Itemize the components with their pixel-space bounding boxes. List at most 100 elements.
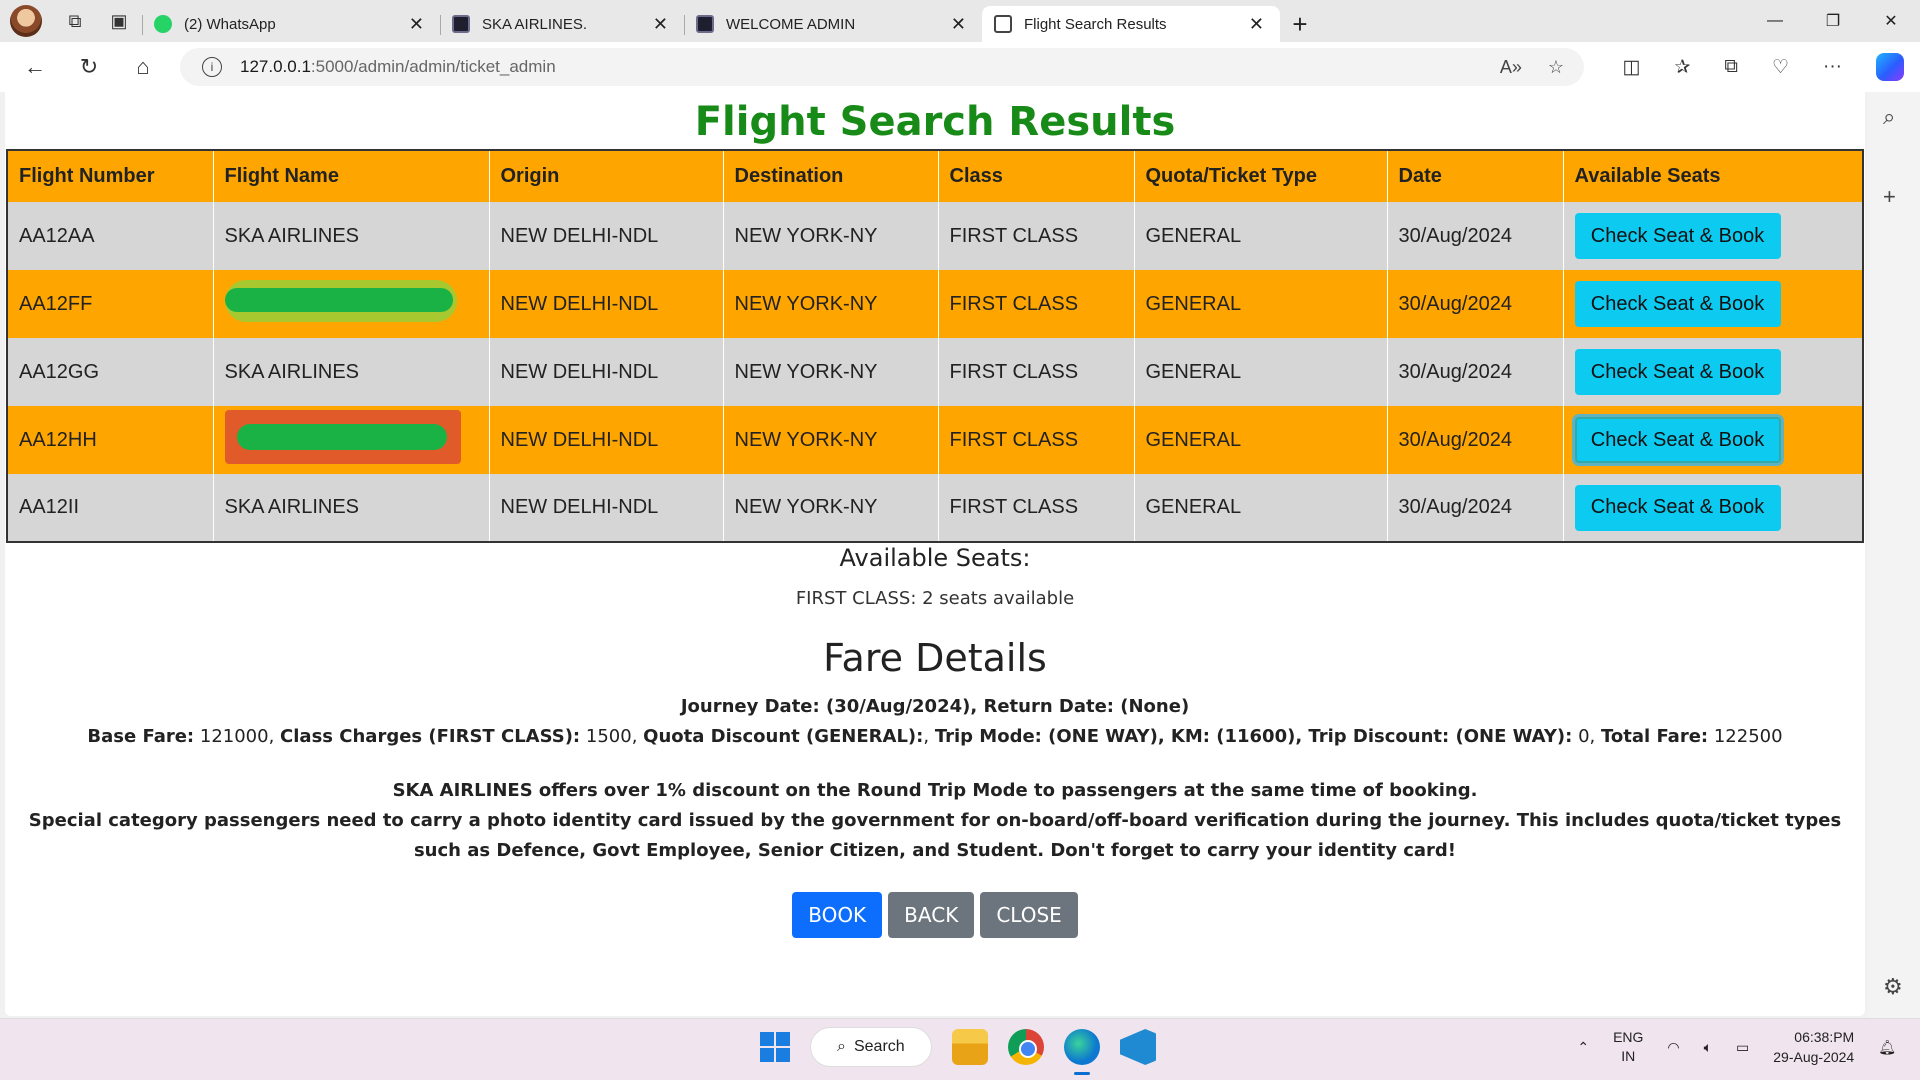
wifi-icon[interactable]: ◠ — [1667, 1039, 1679, 1056]
destination-cell: NEW YORK-NY — [723, 338, 939, 406]
site-info-icon[interactable]: i — [202, 57, 222, 77]
check-seat-book-button[interactable]: Check Seat & Book — [1574, 417, 1781, 463]
chevron-up-icon[interactable]: ⌃ — [1577, 1039, 1589, 1056]
clock[interactable]: 06:38:PM 29-Aug-2024 — [1773, 1027, 1854, 1067]
close-tab-icon[interactable]: ✕ — [1245, 14, 1268, 35]
add-icon[interactable]: + — [1883, 184, 1896, 210]
action-cell: Check Seat & Book — [1563, 406, 1863, 474]
tab-flight-search-results[interactable]: Flight Search Results ✕ — [982, 6, 1280, 42]
tab-strip: ⧉ ▣ (2) WhatsApp ✕ SKA AIRLINES. ✕ WELCO… — [0, 0, 1920, 42]
trip-discount-value: 0 — [1578, 726, 1590, 747]
quota-discount-label: Quota Discount (GENERAL): — [643, 726, 924, 747]
flight-number-cell: AA12AA — [7, 202, 214, 270]
journey-date-line: Journey Date: (30/Aug/2024), Return Date… — [680, 696, 1190, 717]
notification-bell-icon[interactable]: 🔔︎ — [1878, 1039, 1896, 1056]
book-button[interactable]: BOOK — [792, 892, 883, 938]
edge-icon[interactable] — [1064, 1029, 1100, 1075]
tab-whatsapp[interactable]: (2) WhatsApp ✕ — [142, 6, 440, 42]
read-aloud-icon[interactable]: A» — [1500, 57, 1522, 78]
col-flight-number: Flight Number — [7, 150, 214, 202]
copilot-icon[interactable] — [1876, 53, 1904, 81]
lang-bottom: IN — [1621, 1048, 1636, 1064]
start-windows-icon[interactable] — [760, 1032, 790, 1062]
class-charges-label: Class Charges (FIRST CLASS): — [280, 726, 581, 747]
settings-gear-icon[interactable]: ⚙ — [1883, 974, 1903, 1000]
minimize-icon[interactable]: — — [1746, 0, 1804, 42]
flight-number-cell: AA12GG — [7, 338, 214, 406]
new-tab-button[interactable]: + — [1280, 6, 1320, 42]
chrome-icon[interactable] — [1008, 1029, 1044, 1065]
refresh-icon[interactable]: ↻ — [62, 42, 116, 92]
workspaces-icon[interactable]: ⧉ — [64, 10, 86, 32]
flight-name-cell: SKA AIRLINES — [213, 338, 490, 406]
discount-note: SKA AIRLINES offers over 1% discount on … — [392, 780, 1478, 801]
origin-cell: NEW DELHI-NDL — [489, 474, 724, 542]
battery-icon[interactable]: ▭ — [1736, 1039, 1749, 1056]
col-flight-name: Flight Name — [213, 150, 490, 202]
close-tab-icon[interactable]: ✕ — [649, 14, 672, 35]
col-date: Date — [1387, 150, 1564, 202]
quota-cell: GENERAL — [1134, 474, 1388, 542]
tab-welcome-admin[interactable]: WELCOME ADMIN ✕ — [684, 6, 982, 42]
taskbar-search-label: Search — [853, 1038, 905, 1055]
split-screen-icon[interactable]: ◫ — [1623, 56, 1641, 79]
destination-cell: NEW YORK-NY — [723, 270, 939, 338]
taskbar-search[interactable]: ⌕ Search — [810, 1027, 932, 1067]
action-cell: Check Seat & Book — [1563, 202, 1863, 270]
available-seats-text: FIRST CLASS: 2 seats available — [795, 588, 1075, 609]
id-card-note: Special category passengers need to carr… — [28, 810, 1842, 861]
origin-cell: NEW DELHI-NDL — [489, 406, 724, 474]
close-window-icon[interactable]: ✕ — [1862, 0, 1920, 42]
home-icon[interactable]: ⌂ — [116, 42, 170, 92]
profile-avatar[interactable] — [10, 5, 42, 37]
base-fare-label: Base Fare: — [87, 726, 195, 747]
class-cell: FIRST CLASS — [938, 270, 1135, 338]
quota-cell: GENERAL — [1134, 406, 1388, 474]
close-button[interactable]: CLOSE — [980, 892, 1078, 938]
date-cell: 30/Aug/2024 — [1387, 202, 1564, 270]
favorites-icon[interactable]: ✰ — [1674, 56, 1690, 79]
tab-ska-airlines[interactable]: SKA AIRLINES. ✕ — [440, 6, 684, 42]
more-options-icon[interactable]: ··· — [1823, 56, 1842, 78]
check-seat-book-button[interactable]: Check Seat & Book — [1574, 281, 1781, 327]
check-seat-book-button[interactable]: Check Seat & Book — [1574, 213, 1781, 259]
language-indicator[interactable]: ENG IN — [1613, 1028, 1643, 1066]
class-cell: FIRST CLASS — [938, 338, 1135, 406]
flight-name-cell: SKA AIRLINES — [213, 474, 490, 542]
vscode-icon[interactable] — [1120, 1029, 1156, 1065]
action-cell: Check Seat & Book — [1563, 338, 1863, 406]
check-seat-book-button[interactable]: Check Seat & Book — [1574, 484, 1781, 531]
favorite-star-icon[interactable]: ☆ — [1548, 57, 1564, 78]
close-tab-icon[interactable]: ✕ — [405, 14, 428, 35]
check-seat-book-button[interactable]: Check Seat & Book — [1574, 349, 1781, 395]
tab-actions-icon[interactable]: ▣ — [108, 10, 130, 32]
back-button[interactable]: BACK — [888, 892, 975, 938]
terminal-icon — [452, 15, 470, 33]
quota-discount-value: , — [923, 726, 935, 747]
quota-cell: GENERAL — [1134, 202, 1388, 270]
flights-table: Flight Number Flight Name Origin Destina… — [6, 149, 1864, 543]
search-icon[interactable]: ⌕ — [1883, 104, 1895, 130]
quota-cell: GENERAL — [1134, 338, 1388, 406]
destination-cell: NEW YORK-NY — [723, 202, 939, 270]
browser-toolbar: ← ↻ ⌂ i 127.0.0.1:5000/admin/admin/ticke… — [0, 42, 1920, 92]
browser-essentials-icon[interactable]: ♡ — [1772, 56, 1789, 79]
address-bar[interactable]: i 127.0.0.1:5000/admin/admin/ticket_admi… — [180, 48, 1584, 86]
restore-icon[interactable]: ❐ — [1804, 0, 1862, 42]
table-row: AA12GG SKA AIRLINES NEW DELHI-NDL NEW YO… — [7, 338, 1863, 406]
tab-title: Flight Search Results — [1024, 15, 1167, 33]
terminal-icon — [696, 15, 714, 33]
file-explorer-icon[interactable] — [952, 1029, 988, 1065]
origin-cell: NEW DELHI-NDL — [489, 270, 724, 338]
volume-icon[interactable]: 🔈︎ — [1704, 1039, 1712, 1056]
close-tab-icon[interactable]: ✕ — [947, 14, 970, 35]
collections-icon[interactable]: ⧉ — [1724, 56, 1738, 78]
page-icon — [994, 15, 1012, 33]
trip-mode-label: Trip Mode: (ONE WAY), KM: (11600), Trip … — [934, 726, 1573, 747]
search-icon: ⌕ — [837, 1038, 846, 1055]
table-row: AA12II SKA AIRLINES NEW DELHI-NDL NEW YO… — [7, 474, 1863, 542]
action-buttons: BOOK BACK CLOSE — [5, 892, 1865, 938]
action-cell: Check Seat & Book — [1563, 270, 1863, 338]
back-arrow-icon[interactable]: ← — [8, 42, 62, 92]
class-cell: FIRST CLASS — [938, 406, 1135, 474]
